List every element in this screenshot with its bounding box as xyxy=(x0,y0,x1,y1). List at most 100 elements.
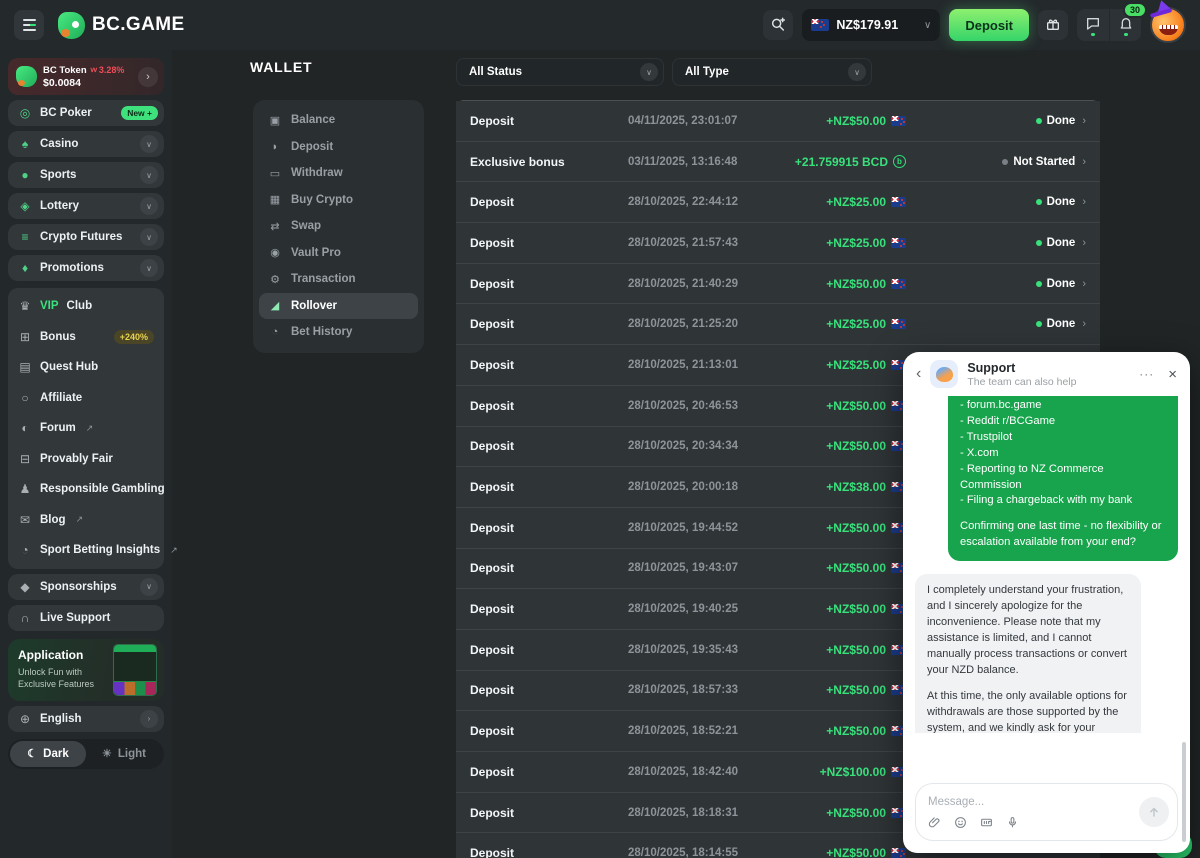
user-avatar[interactable] xyxy=(1150,7,1186,43)
sidebar-item[interactable]: ♦ Promotions ∨ xyxy=(8,255,164,281)
transaction-type: Deposit xyxy=(470,480,628,494)
transaction-amount: +NZ$25.00 b xyxy=(826,317,906,331)
transaction-type: Deposit xyxy=(470,521,628,535)
chat-scrollbar[interactable] xyxy=(1182,742,1186,842)
logo[interactable]: BC.GAME xyxy=(58,12,185,39)
sidebar-item-sponsorships[interactable]: ◆ Sponsorships ∨ xyxy=(8,574,164,600)
chevron-down-icon[interactable]: ∨ xyxy=(140,578,158,596)
table-row[interactable]: Exclusive bonus 03/11/2025, 13:16:48 +21… xyxy=(456,142,1100,183)
chat-messages[interactable]: - forum.bc.game- Reddit r/BCGame- Trustp… xyxy=(903,396,1190,733)
chevron-down-icon[interactable]: ∨ xyxy=(140,228,158,246)
lottery-icon: ◈ xyxy=(18,199,32,213)
wallet-nav-item[interactable]: ⚙ Transaction xyxy=(259,266,418,293)
sidebar-item[interactable]: ○ Affiliate ↗ xyxy=(8,383,164,414)
chevron-down-icon[interactable]: ∨ xyxy=(140,197,158,215)
sidebar-item[interactable]: ⊟ Provably Fair ↗ xyxy=(8,444,164,475)
visitor-message-line: - Reporting to NZ Commerce Commission xyxy=(960,462,1166,494)
language-selector[interactable]: ⊕ English › xyxy=(8,706,164,732)
more-options-icon[interactable]: ··· xyxy=(1139,367,1154,381)
swap-icon: ⇄ xyxy=(268,220,282,233)
wallet-nav-item[interactable]: ◗ Deposit xyxy=(259,134,418,161)
sidebar-item[interactable]: ◈ Lottery ∨ xyxy=(8,193,164,219)
sidebar-menu-group: ♛ VIP Club ↗ ⊞ Bonus ↗ +240% ▤ Quest Hub… xyxy=(8,288,164,569)
sidebar-item[interactable]: ≡ Crypto Futures ∨ xyxy=(8,224,164,250)
sidebar-item[interactable]: ◔ Sport Betting Insights ↗ xyxy=(8,535,164,566)
theme-light-button[interactable]: ☀ Light xyxy=(86,741,162,767)
status-filter-select[interactable]: All Status ∨ xyxy=(456,58,664,86)
transaction-icon: ⚙ xyxy=(268,273,282,286)
transaction-status[interactable]: Done › xyxy=(906,237,1086,249)
search-button[interactable] xyxy=(763,10,793,40)
sidebar-item[interactable]: ◐ Forum ↗ xyxy=(8,413,164,444)
transaction-status[interactable]: Not Started › xyxy=(906,156,1086,168)
transaction-status[interactable]: Done › xyxy=(906,278,1086,290)
gift-icon xyxy=(1045,16,1061,35)
transaction-status[interactable]: Done › xyxy=(906,115,1086,127)
table-row[interactable]: Deposit 28/10/2025, 21:40:29 +NZ$50.00 b… xyxy=(456,264,1100,305)
sidebar: BC Token ∨∨ 3.28% $0.0084 › ◎ BC Poker N… xyxy=(0,50,172,858)
wallet-nav-item[interactable]: ⇄ Swap xyxy=(259,213,418,240)
chevron-right-icon[interactable]: › xyxy=(140,710,158,728)
notifications-button[interactable]: 30 xyxy=(1109,9,1141,41)
menu-toggle-button[interactable] xyxy=(14,10,44,40)
table-row[interactable]: Deposit 28/10/2025, 22:44:12 +NZ$25.00 b… xyxy=(456,182,1100,223)
deposit-button[interactable]: Deposit xyxy=(949,9,1029,41)
table-row[interactable]: Deposit 04/11/2025, 23:01:07 +NZ$50.00 b… xyxy=(456,101,1100,142)
agent-message-p1: I completely understand your frustration… xyxy=(927,583,1129,679)
wallet-nav-item[interactable]: ▣ Balance xyxy=(259,107,418,134)
gif-icon[interactable] xyxy=(980,816,993,834)
rewards-button[interactable] xyxy=(1038,10,1068,40)
message-input[interactable] xyxy=(928,796,1108,808)
emoji-icon[interactable] xyxy=(954,816,967,834)
theme-dark-button[interactable]: ☾ Dark xyxy=(10,741,86,767)
chat-button[interactable] xyxy=(1077,9,1109,41)
sidebar-item[interactable]: ⊞ Bonus ↗ +240% xyxy=(8,322,164,353)
token-name: BC Token xyxy=(43,65,87,76)
transaction-type: Deposit xyxy=(470,765,628,779)
back-icon[interactable]: ‹ xyxy=(916,366,921,382)
currency-selector[interactable]: NZ$179.91 ∨ xyxy=(802,9,940,41)
sidebar-item[interactable]: ▤ Quest Hub ↗ xyxy=(8,352,164,383)
sidebar-item-live-support[interactable]: ∩ Live Support xyxy=(8,605,164,631)
bet-history-icon: ◔ xyxy=(268,326,282,338)
chevron-right-icon[interactable]: › xyxy=(138,67,158,87)
transaction-amount: +NZ$50.00 b xyxy=(826,399,906,413)
external-link-icon: ↗ xyxy=(86,423,94,434)
table-row[interactable]: Deposit 28/10/2025, 21:25:20 +NZ$25.00 b… xyxy=(456,304,1100,345)
nz-flag-icon xyxy=(891,279,906,289)
wallet-nav-item[interactable]: ▭ Withdraw xyxy=(259,160,418,187)
status-dot xyxy=(1002,159,1008,165)
nz-flag-icon xyxy=(891,197,906,207)
transaction-type: Deposit xyxy=(470,683,628,697)
external-link-icon: ↗ xyxy=(76,514,84,525)
chevron-down-icon[interactable]: ∨ xyxy=(140,135,158,153)
sidebar-item-bc-poker[interactable]: ◎ BC Poker New + xyxy=(8,100,164,126)
sun-icon: ☀ xyxy=(102,747,112,760)
transaction-datetime: 28/10/2025, 18:52:21 xyxy=(628,725,826,737)
close-icon[interactable]: × xyxy=(1168,366,1177,383)
application-banner[interactable]: Application Unlock Fun with Exclusive Fe… xyxy=(8,639,164,701)
wallet-nav-item[interactable]: ◔ Bet History xyxy=(259,319,418,346)
sidebar-item[interactable]: ♠ Casino ∨ xyxy=(8,131,164,157)
chevron-down-icon[interactable]: ∨ xyxy=(140,259,158,277)
sidebar-item[interactable]: ✉ Blog ↗ xyxy=(8,505,164,536)
table-row[interactable]: Deposit 28/10/2025, 21:57:43 +NZ$25.00 b… xyxy=(456,223,1100,264)
wallet-nav-item[interactable]: ◢ Rollover xyxy=(259,293,418,320)
chevron-down-icon[interactable]: ∨ xyxy=(140,166,158,184)
bc-logo-icon xyxy=(58,12,85,39)
sidebar-item[interactable]: ♟ Responsible Gambling ↗ xyxy=(8,474,164,505)
sidebar-item[interactable]: ♛ VIP Club ↗ xyxy=(8,291,164,322)
transaction-type: Deposit xyxy=(470,439,628,453)
transaction-status[interactable]: Done › xyxy=(906,196,1086,208)
wallet-nav-item[interactable]: ▦ Buy Crypto xyxy=(259,187,418,214)
transaction-status[interactable]: Done › xyxy=(906,318,1086,330)
wallet-nav-item[interactable]: ◉ Vault Pro xyxy=(259,240,418,267)
bc-token-card[interactable]: BC Token ∨∨ 3.28% $0.0084 › xyxy=(8,58,164,95)
visitor-message-line: - Filing a chargeback with my bank xyxy=(960,493,1166,509)
type-filter-select[interactable]: All Type ∨ xyxy=(672,58,872,86)
attachment-icon[interactable] xyxy=(928,816,941,834)
rollover-icon: ◢ xyxy=(268,299,282,312)
send-button[interactable] xyxy=(1139,797,1169,827)
microphone-icon[interactable] xyxy=(1006,816,1019,834)
sidebar-item[interactable]: ● Sports ∨ xyxy=(8,162,164,188)
